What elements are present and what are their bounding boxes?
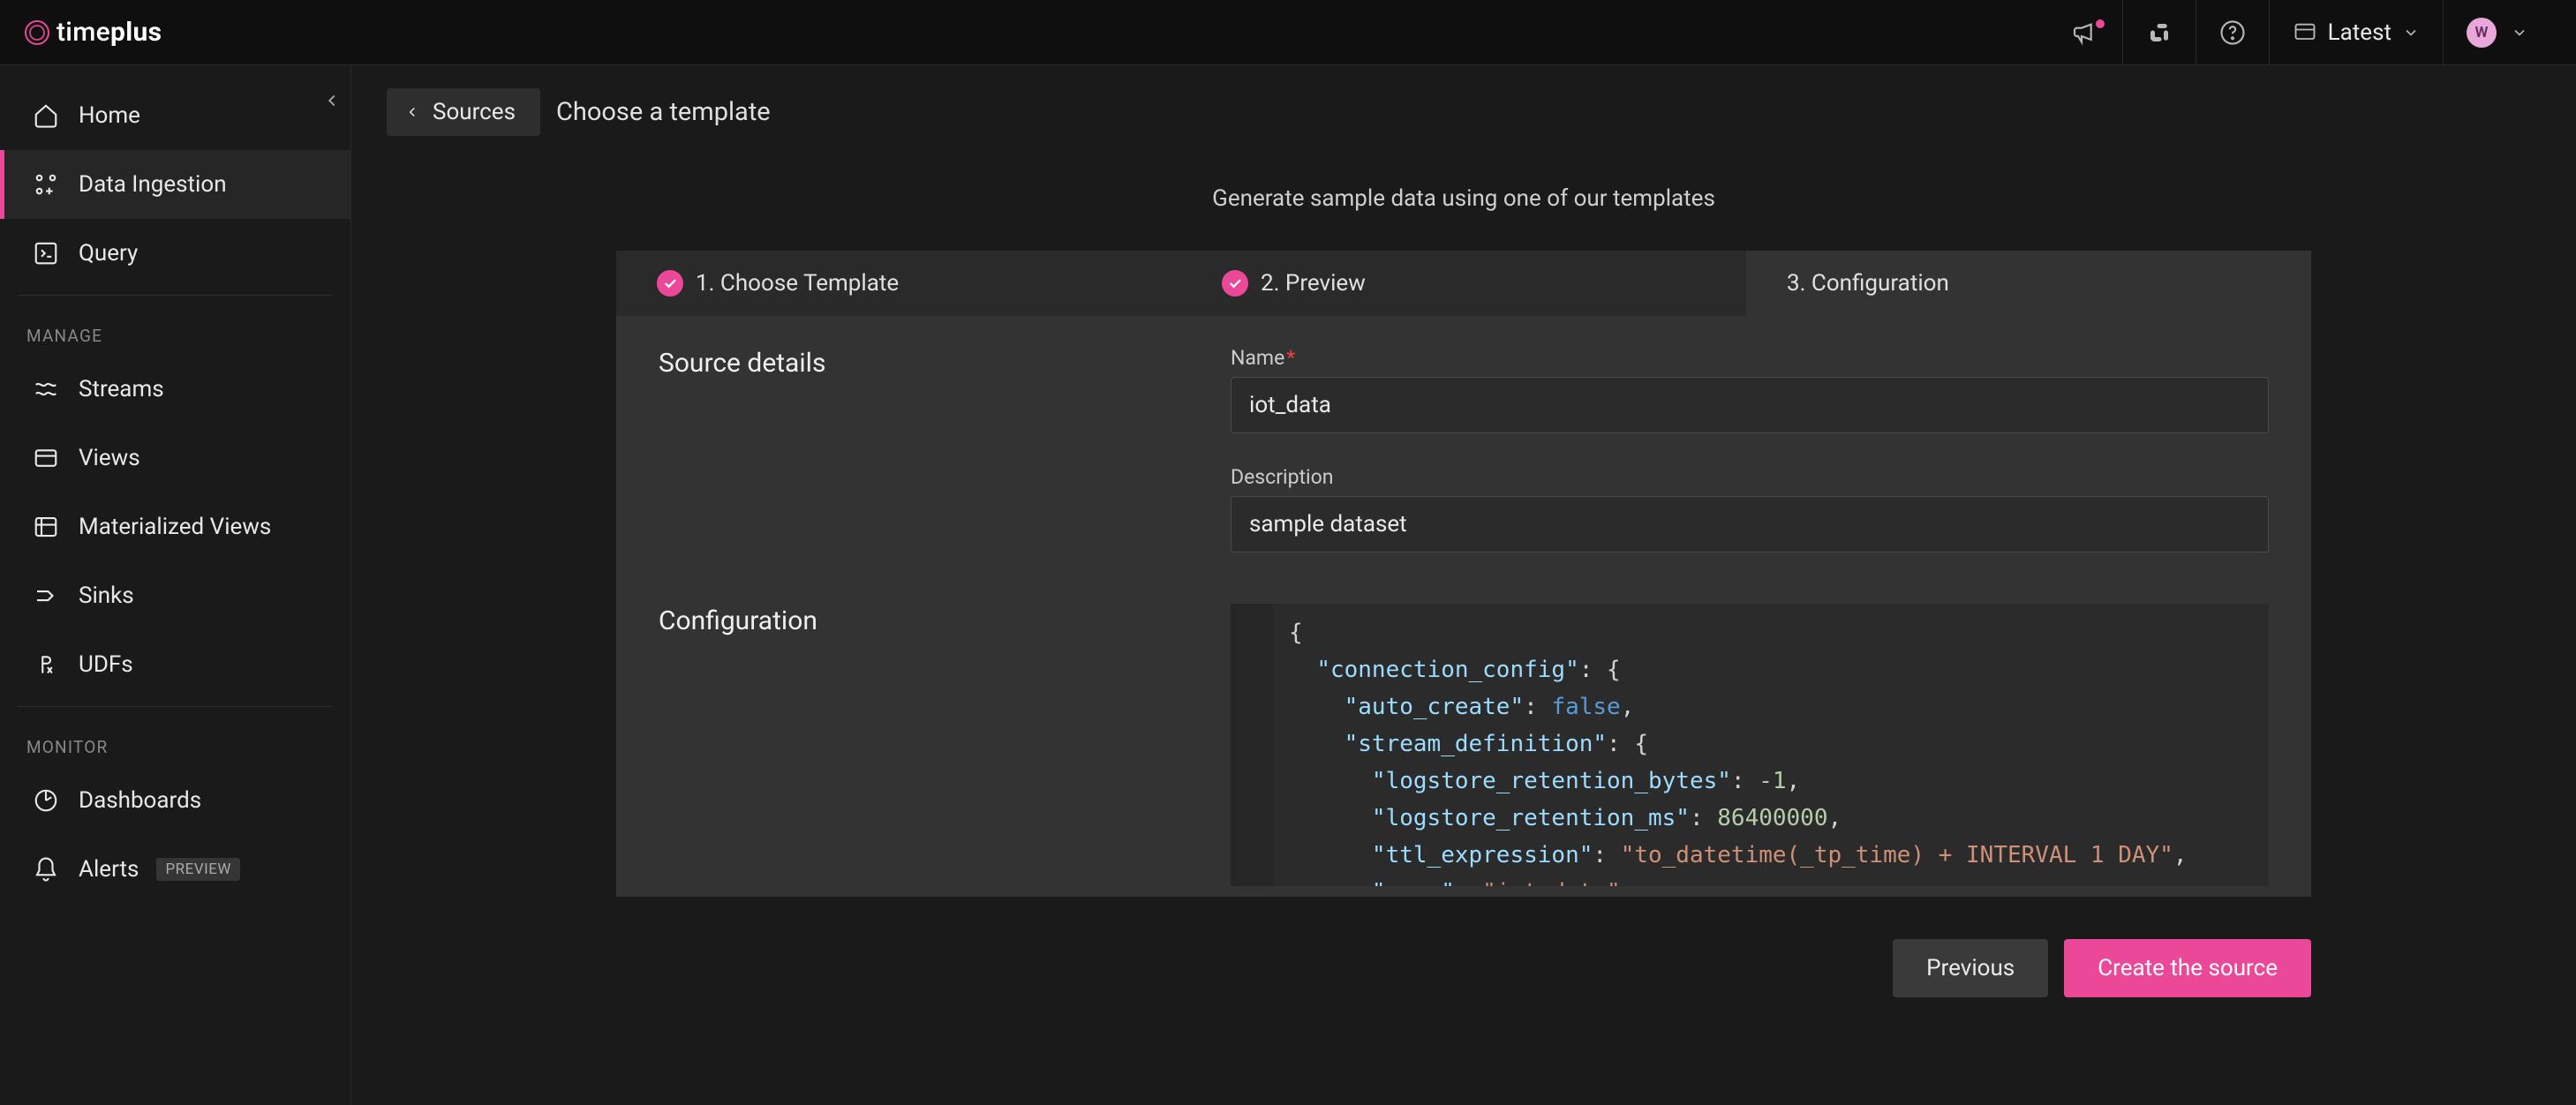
sidebar-item-label: Materialized Views (79, 514, 271, 540)
sidebar-item-streams[interactable]: Streams (0, 355, 350, 424)
sidebar-item-data-ingestion[interactable]: Data Ingestion (0, 150, 350, 219)
name-input[interactable] (1231, 377, 2269, 433)
chevron-left-icon (322, 91, 342, 110)
preview-badge: PREVIEW (156, 858, 240, 881)
sidebar-item-label: Sinks (79, 583, 134, 609)
sidebar-item-label: Streams (79, 376, 164, 402)
page-subtitle: Generate sample data using one of our te… (387, 185, 2541, 212)
create-source-button[interactable]: Create the source (2064, 939, 2311, 997)
step-configuration[interactable]: 3. Configuration (1746, 251, 2311, 316)
avatar: W (2467, 18, 2497, 48)
sidebar-section-monitor: MONITOR (0, 725, 350, 766)
editor-gutter (1231, 604, 1273, 886)
views-icon (31, 443, 61, 473)
sidebar-item-label: UDFs (79, 651, 133, 678)
sidebar-item-dashboards[interactable]: Dashboards (0, 766, 350, 835)
check-icon (657, 270, 683, 297)
announcements-button[interactable] (2048, 0, 2122, 64)
step-preview[interactable]: 2. Preview (1181, 251, 1746, 316)
help-icon (2219, 19, 2246, 46)
previous-button[interactable]: Previous (1893, 939, 2048, 997)
step-choose-template[interactable]: 1. Choose Template (616, 251, 1181, 316)
collapse-sidebar-button[interactable] (313, 81, 351, 120)
workspace-icon (2293, 20, 2317, 45)
sidebar-item-home[interactable]: Home (0, 81, 350, 150)
workspace-selector[interactable]: Latest (2269, 0, 2443, 64)
page-title: Choose a template (556, 97, 771, 127)
step-label: 1. Choose Template (696, 270, 899, 297)
chevron-down-icon (2511, 24, 2528, 41)
back-label: Sources (433, 99, 516, 125)
sidebar-item-label: Alerts (79, 856, 139, 883)
sidebar-item-alerts[interactable]: Alerts PREVIEW (0, 835, 350, 904)
user-menu[interactable]: W (2443, 0, 2551, 64)
app-logo[interactable]: timeplus (25, 17, 162, 48)
sidebar-item-label: Query (79, 240, 138, 267)
description-input[interactable] (1231, 496, 2269, 552)
source-details-heading: Source details (659, 346, 1153, 552)
sidebar-item-label: Data Ingestion (79, 171, 227, 198)
megaphone-icon (2071, 19, 2099, 47)
workspace-name: Latest (2328, 19, 2391, 46)
chevron-left-icon (404, 104, 420, 120)
description-label: Description (1231, 465, 2269, 489)
slack-button[interactable] (2122, 0, 2196, 64)
matviews-icon (31, 512, 61, 542)
configuration-heading: Configuration (659, 604, 1153, 886)
alerts-icon (31, 854, 61, 884)
ingestion-icon (31, 169, 61, 199)
help-button[interactable] (2196, 0, 2269, 64)
editor-content: { "connection_config": { "auto_create": … (1273, 604, 2269, 886)
sidebar-item-label: Dashboards (79, 787, 201, 814)
sinks-icon (31, 581, 61, 611)
check-icon (1222, 270, 1248, 297)
home-icon (31, 101, 61, 131)
step-label: 2. Preview (1261, 270, 1366, 297)
chevron-down-icon (2402, 24, 2420, 41)
sidebar-item-udfs[interactable]: UDFs (0, 630, 350, 699)
query-icon (31, 238, 61, 268)
logo-icon (25, 20, 49, 45)
sidebar-item-query[interactable]: Query (0, 219, 350, 288)
streams-icon (31, 374, 61, 404)
slack-icon (2146, 19, 2173, 46)
config-json-editor[interactable]: { "connection_config": { "auto_create": … (1231, 604, 2269, 886)
logo-text: timeplus (56, 17, 162, 48)
name-label: Name* (1231, 346, 2269, 370)
notification-dot (2096, 19, 2105, 28)
sidebar-item-label: Home (79, 102, 140, 129)
udfs-icon (31, 650, 61, 680)
sidebar-section-manage: MANAGE (0, 313, 350, 355)
back-to-sources-button[interactable]: Sources (387, 88, 540, 136)
step-label: 3. Configuration (1787, 270, 1949, 297)
dashboards-icon (31, 786, 61, 816)
sidebar-item-views[interactable]: Views (0, 424, 350, 492)
sidebar-item-sinks[interactable]: Sinks (0, 561, 350, 630)
sidebar-item-label: Views (79, 445, 140, 471)
sidebar-item-materialized-views[interactable]: Materialized Views (0, 492, 350, 561)
